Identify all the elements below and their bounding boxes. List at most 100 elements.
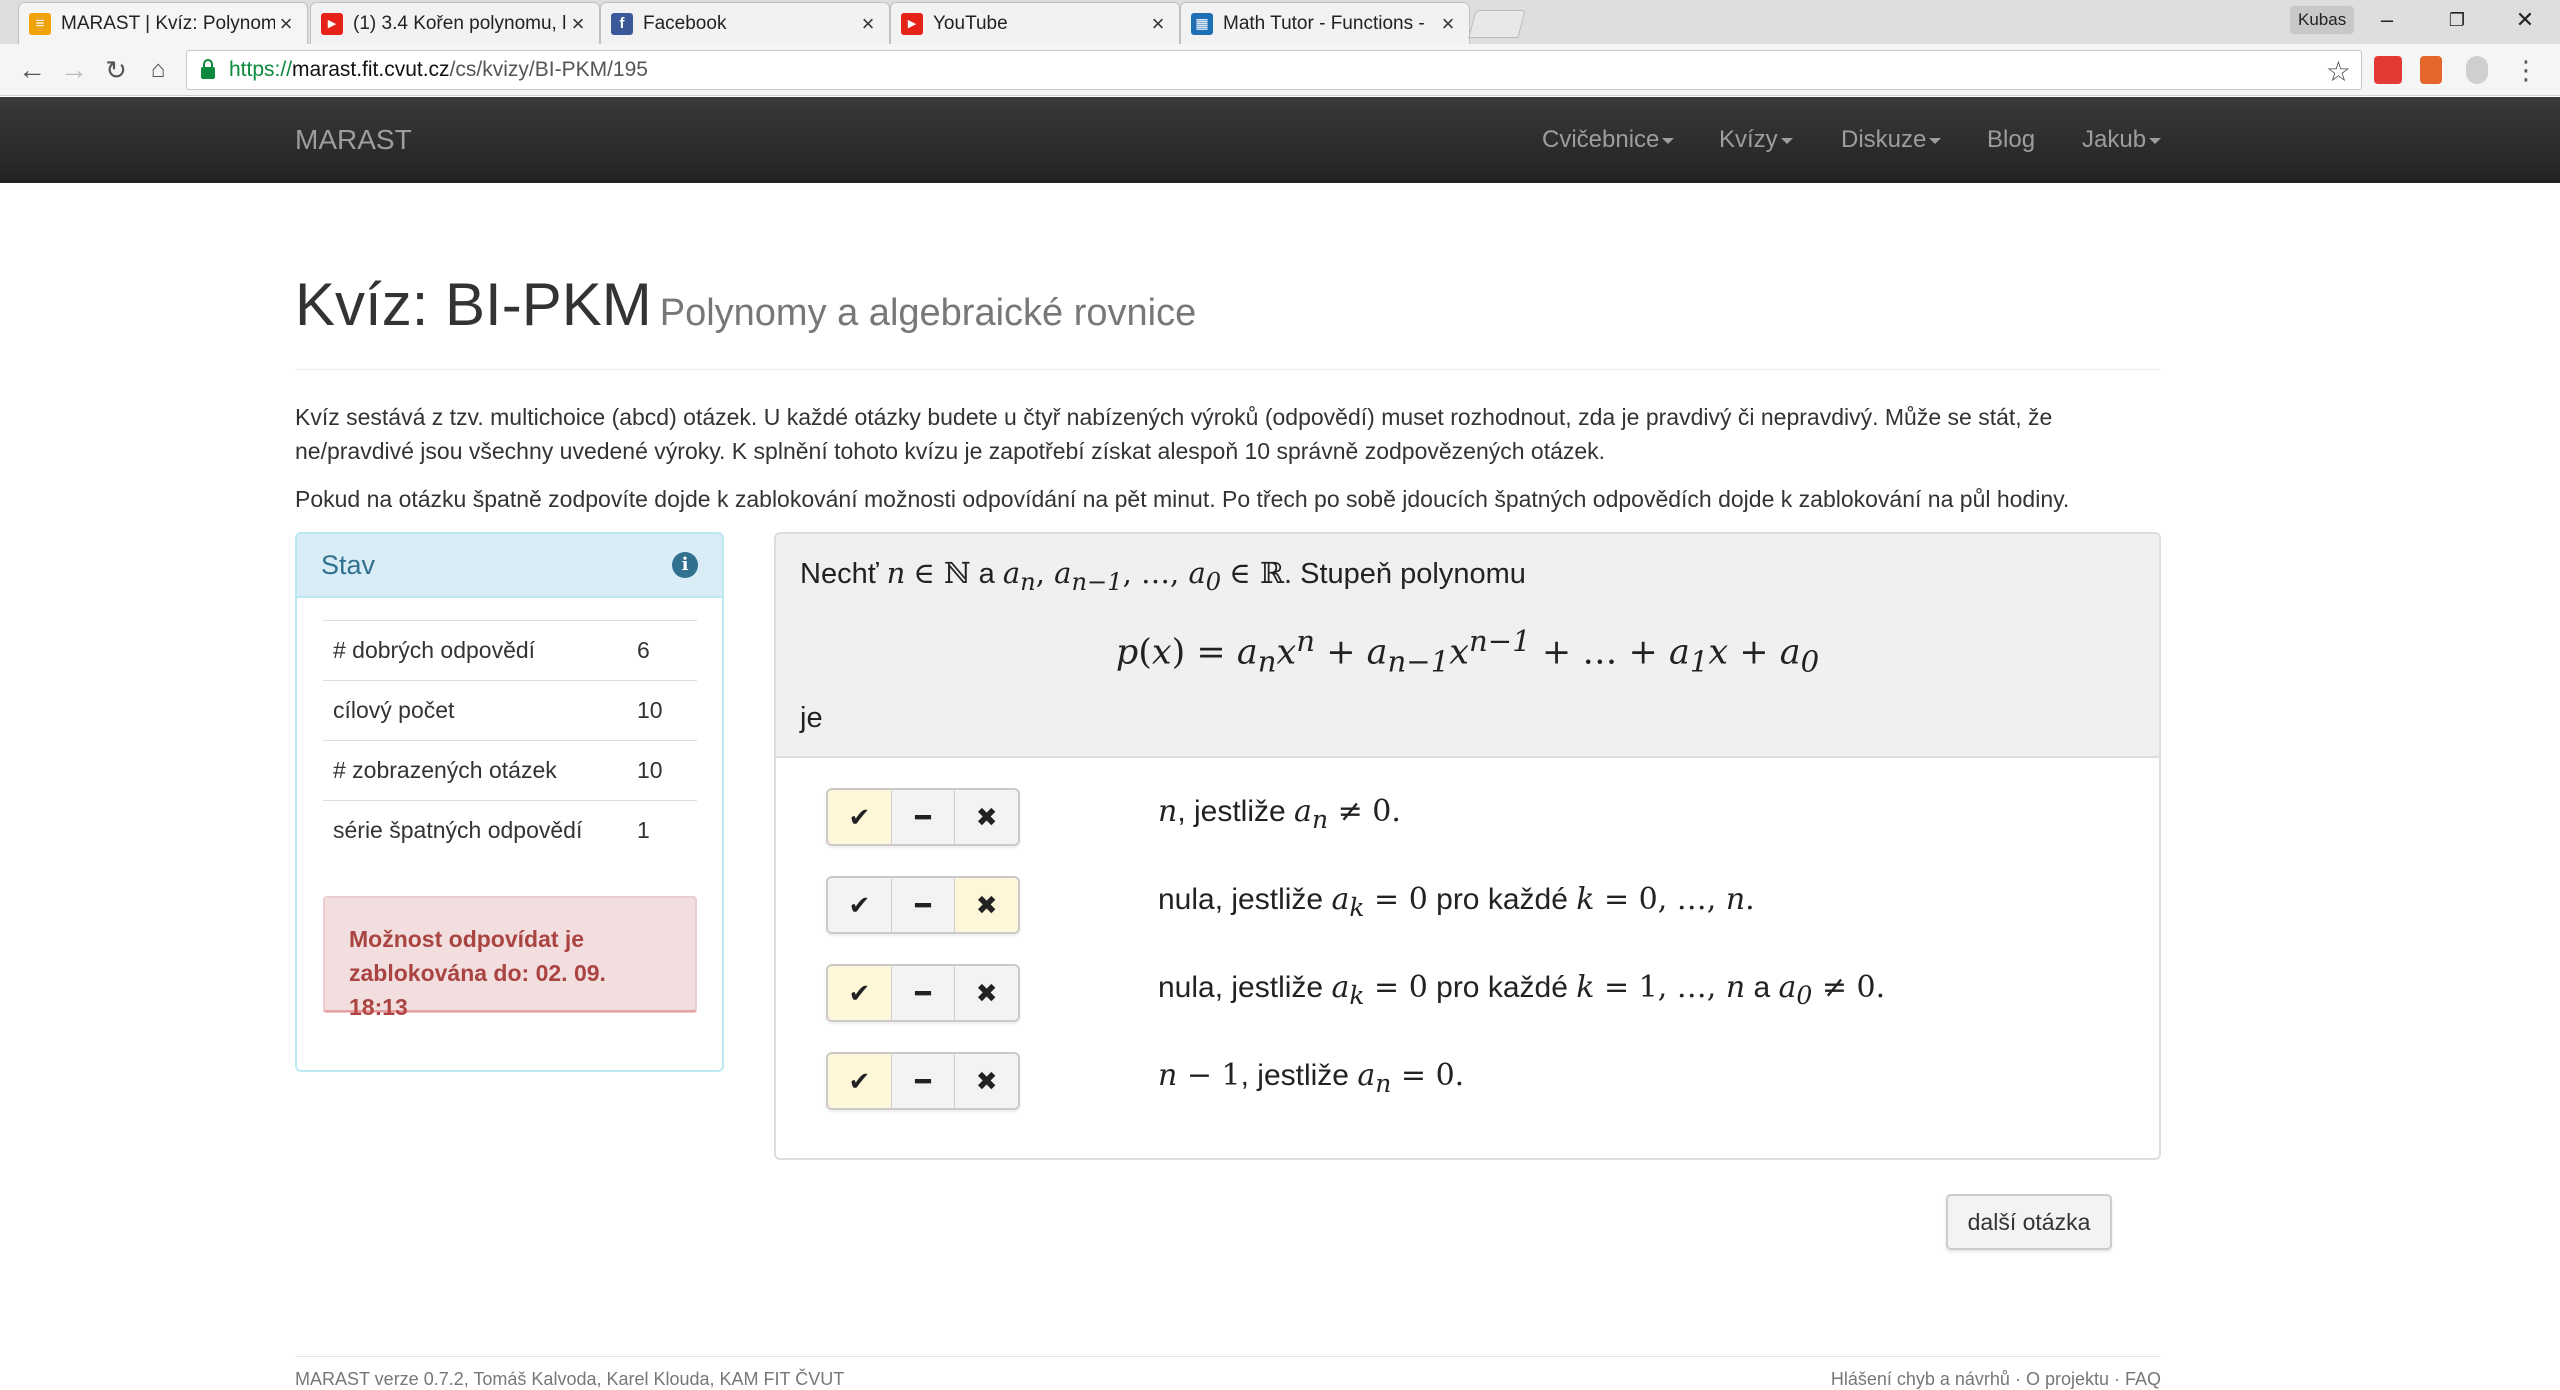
table-row: # dobrých odpovědí 6 [323, 620, 697, 680]
false-button[interactable]: ✖ [955, 878, 1018, 932]
true-button[interactable]: ✔ [828, 966, 892, 1020]
math-tutor-icon: ▦ [1191, 12, 1213, 35]
tab-title: MARAST | Kvíz: Polynomy [61, 12, 275, 34]
polynomial-formula: p(x) = anxn + an−1xn−1 + … + a1x + a0 [1115, 624, 1820, 679]
caret-down-icon [1780, 137, 1793, 144]
profile-button[interactable]: Kubas [2290, 6, 2355, 34]
info-icon[interactable]: i [672, 552, 698, 578]
answer-row: ✔ ━ ✖ nula, jestliže ak = 0 pro každé k … [826, 964, 2126, 1024]
browser-tab-youtube[interactable]: ▶ YouTube × [890, 2, 1180, 44]
answer-row: ✔ ━ ✖ n, jestliže an ≠ 0. [826, 788, 2126, 848]
cross-icon: ✖ [975, 977, 998, 1008]
question-text: Nechť n ∈ ℕ a an, an−1, …, a0 ∈ ℝ. Stupe… [800, 556, 1526, 596]
back-arrow-icon[interactable]: ← [14, 52, 50, 88]
nav-diskuze[interactable]: Diskuze [1841, 97, 1942, 183]
next-question-button[interactable]: další otázka [1946, 1194, 2112, 1250]
cross-icon: ✖ [975, 1065, 998, 1096]
close-icon[interactable]: × [1147, 11, 1169, 37]
table-row: cílový počet 10 [323, 680, 697, 740]
caret-down-icon [1662, 137, 1675, 144]
intro-paragraph: Pokud na otázku špatně zodpovíte dojde k… [295, 486, 2070, 512]
tab-title: YouTube [933, 12, 1008, 34]
false-button[interactable]: ✖ [955, 790, 1018, 844]
skip-button[interactable]: ━ [891, 966, 956, 1020]
reload-icon[interactable]: ↻ [98, 52, 134, 88]
cross-icon: ✖ [975, 801, 998, 832]
marast-icon: ≡ [29, 12, 51, 35]
answer-toggle-group: ✔ ━ ✖ [826, 788, 1020, 846]
office-extension-icon[interactable] [2420, 56, 2442, 84]
new-tab-button[interactable] [1468, 10, 1526, 38]
answer-toggle-group: ✔ ━ ✖ [826, 1052, 1020, 1110]
nav-blog[interactable]: Blog [1987, 97, 2035, 183]
browser-tab-marast[interactable]: ≡ MARAST | Kvíz: Polynomy × [18, 2, 308, 44]
caret-down-icon [1929, 137, 1942, 144]
check-icon: ✔ [848, 1065, 871, 1096]
url-text: https://marast.fit.cvut.cz/cs/kvizy/BI-P… [229, 58, 648, 81]
forward-arrow-icon[interactable]: → [56, 52, 92, 88]
browser-toolbar: ← → ↻ ⌂ https://marast.fit.cvut.cz/cs/kv… [0, 44, 2560, 96]
youtube-icon: ▶ [901, 12, 923, 35]
close-icon[interactable]: × [857, 11, 879, 37]
window-close-icon[interactable]: ✕ [2490, 0, 2560, 40]
browser-tab-strip: ≡ MARAST | Kvíz: Polynomy × ▶ (1) 3.4 Ko… [0, 0, 2560, 44]
page-header: Kvíz: BI-PKM Polynomy a algebraické rovni… [295, 270, 2161, 370]
restore-icon[interactable]: ❐ [2422, 0, 2492, 40]
skip-button[interactable]: ━ [891, 790, 956, 844]
status-panel-header: Stav i [297, 534, 722, 598]
browser-tab-youtube-video[interactable]: ▶ (1) 3.4 Kořen polynomu, l × [310, 2, 600, 44]
menu-dots-icon[interactable]: ⋮ [2508, 52, 2544, 88]
quiz-intro: Kvíz sestává z tzv. multichoice (abcd) o… [295, 400, 2161, 530]
minus-icon: ━ [915, 889, 931, 920]
check-icon: ✔ [848, 889, 871, 920]
check-icon: ✔ [848, 977, 871, 1008]
nav-user[interactable]: Jakub [2082, 97, 2162, 183]
lock-icon [201, 59, 215, 79]
true-button[interactable]: ✔ [828, 790, 892, 844]
account-icon[interactable] [2466, 56, 2488, 84]
page-subtitle: Polynomy a algebraické rovnice [659, 292, 1197, 334]
cross-icon: ✖ [975, 889, 998, 920]
blocked-alert: Možnost odpovídat je zablokována do: 02.… [323, 896, 697, 1020]
tab-title: (1) 3.4 Kořen polynomu, l [353, 12, 567, 34]
answer-text: n, jestliže an ≠ 0. [1158, 794, 1401, 834]
question-suffix: je [800, 702, 823, 734]
answer-row: ✔ ━ ✖ nula, jestliže ak = 0 pro každé k … [826, 876, 2126, 936]
extension-icon[interactable] [2374, 56, 2402, 84]
status-table: # dobrých odpovědí 6 cílový počet 10 # zob… [323, 620, 697, 860]
answer-toggle-group: ✔ ━ ✖ [826, 876, 1020, 934]
question-header: Nechť n ∈ ℕ a an, an−1, …, a0 ∈ ℝ. Stupe… [776, 534, 2159, 758]
browser-tab-math-tutor[interactable]: ▦ Math Tutor - Functions - × [1180, 2, 1470, 44]
nav-kvizy[interactable]: Kvízy [1719, 97, 1793, 183]
minimize-icon[interactable]: – [2352, 0, 2422, 40]
tab-title: Math Tutor - Functions - [1223, 12, 1425, 34]
close-icon[interactable]: × [275, 11, 297, 37]
skip-button[interactable]: ━ [891, 1054, 956, 1108]
footer: MARAST verze 0.7.2, Tomáš Kalvoda, Karel… [295, 1356, 2161, 1389]
nav-cvicebnice[interactable]: Cvičebnice [1542, 97, 1675, 183]
true-button[interactable]: ✔ [828, 878, 892, 932]
minus-icon: ━ [915, 1065, 931, 1096]
youtube-icon: ▶ [321, 12, 343, 35]
site-brand[interactable]: MARAST [295, 97, 412, 183]
status-panel: Stav i # dobrých odpovědí 6 cílový počet 1… [295, 532, 724, 1072]
answer-row: ✔ ━ ✖ n − 1, jestliže an = 0. [826, 1052, 2126, 1112]
close-icon[interactable]: × [567, 11, 589, 37]
table-row: série špatných odpovědí 1 [323, 800, 697, 860]
false-button[interactable]: ✖ [955, 1054, 1018, 1108]
browser-tab-facebook[interactable]: f Facebook × [600, 2, 890, 44]
caret-down-icon [2149, 137, 2162, 144]
close-icon[interactable]: × [1437, 11, 1459, 37]
table-row: # zobrazených otázek 10 [323, 740, 697, 800]
false-button[interactable]: ✖ [955, 966, 1018, 1020]
true-button[interactable]: ✔ [828, 1054, 892, 1108]
intro-paragraph: Kvíz sestává z tzv. multichoice (abcd) o… [295, 404, 2053, 464]
answer-text: nula, jestliže ak = 0 pro každé k = 0, …… [1158, 882, 1755, 922]
page-title: Kvíz: BI-PKM Polynomy a algebraické rovni… [295, 271, 1197, 338]
home-icon[interactable]: ⌂ [140, 52, 176, 88]
status-panel-title: Stav [321, 549, 376, 580]
address-bar[interactable]: https://marast.fit.cvut.cz/cs/kvizy/BI-P… [186, 50, 2362, 90]
bookmark-star-icon[interactable]: ☆ [2326, 55, 2351, 88]
tab-title: Facebook [643, 12, 727, 34]
skip-button[interactable]: ━ [891, 878, 956, 932]
